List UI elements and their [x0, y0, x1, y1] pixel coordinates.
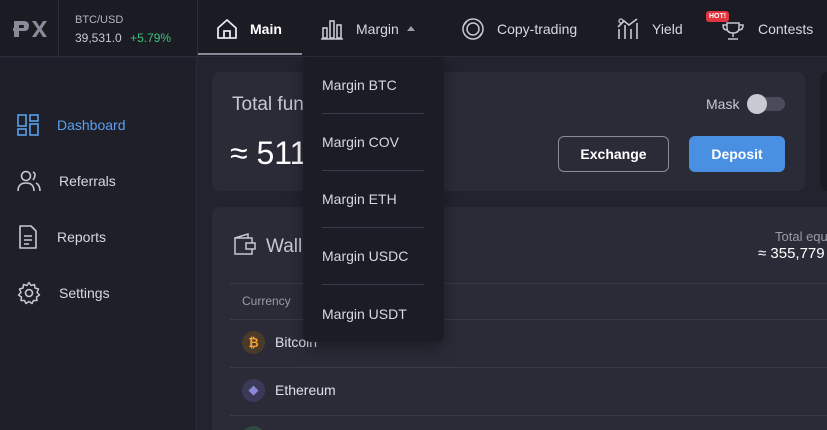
top-bar: BTC/USD 39,531.0 +5.79% Main Margin Copy…: [0, 0, 827, 57]
nav-copy-trading-label: Copy-trading: [497, 20, 578, 37]
menu-item-margin-cov[interactable]: Margin COV: [322, 114, 424, 171]
nav-copy-trading[interactable]: Copy-trading: [461, 0, 577, 57]
coin-icon: [242, 426, 265, 430]
caret-up-icon: [406, 26, 415, 31]
total-funds-card: Total fun ≈ 511 Mask Exchange Deposit: [212, 72, 805, 191]
bitcoin-icon: ₿: [242, 330, 265, 354]
ticker-change: +5.79%: [130, 31, 172, 45]
nav-contests-label: Contests: [758, 20, 814, 37]
home-icon: [217, 18, 237, 39]
menu-item-margin-usdt[interactable]: Margin USDT: [322, 285, 424, 342]
ethereum-icon: ◆: [242, 378, 265, 402]
nav-contests[interactable]: Contests: [720, 0, 813, 57]
nav-margin[interactable]: Margin: [320, 0, 415, 57]
px-logo-icon[interactable]: [0, 0, 58, 57]
gear-icon: [17, 281, 41, 305]
menu-item-margin-eth[interactable]: Margin ETH: [322, 171, 424, 228]
nav-yield[interactable]: Yield: [616, 0, 683, 57]
wallet-title: Wall: [266, 236, 303, 257]
nav-divider: [197, 0, 198, 57]
yield-icon: [617, 17, 638, 39]
side-panel-edge: [820, 72, 827, 191]
sidebar-item-label: Dashboard: [57, 117, 126, 133]
sidebar-item-label: Settings: [59, 285, 110, 301]
total-funds-value: ≈ 511: [230, 135, 308, 171]
coin-name: Ethereum: [275, 382, 336, 398]
copy-trading-icon: [462, 17, 484, 40]
wallet-icon: [234, 233, 256, 255]
nav-main[interactable]: Main: [216, 0, 282, 57]
menu-item-margin-btc[interactable]: Margin BTC: [322, 57, 424, 114]
ticker-pair: BTC/USD: [75, 14, 124, 26]
menu-item-margin-usdc[interactable]: Margin USDC: [322, 228, 424, 285]
sidebar-item-reports[interactable]: Reports: [17, 225, 106, 249]
divider: [230, 415, 827, 416]
sidebar-item-referrals[interactable]: Referrals: [17, 169, 116, 193]
bar-chart-icon: [321, 19, 343, 40]
margin-dropdown-menu: Margin BTC Margin COV Margin ETH Margin …: [303, 57, 444, 342]
divider: [230, 367, 827, 368]
mask-label: Mask: [706, 96, 740, 112]
total-funds-title: Total fun: [232, 94, 304, 115]
document-icon: [19, 225, 37, 249]
column-header-currency: Currency: [242, 294, 291, 308]
sidebar-item-label: Reports: [57, 229, 107, 245]
hot-badge: HOT!: [706, 11, 730, 22]
users-icon: [17, 170, 41, 192]
total-equity-label: Total equ: [775, 229, 827, 244]
ticker-price: 39,531.0: [75, 31, 122, 45]
total-equity-value: ≈ 355,779: [758, 245, 825, 262]
active-tab-indicator: [198, 53, 302, 55]
sidebar-item-label: Referrals: [59, 173, 116, 189]
sidebar: Dashboard Referrals Reports Settings: [0, 58, 197, 430]
table-row[interactable]: ◆ Ethereum: [242, 378, 336, 402]
nav-yield-label: Yield: [652, 20, 683, 37]
dashboard-icon: [17, 114, 39, 136]
sidebar-item-settings[interactable]: Settings: [17, 281, 110, 305]
sidebar-item-dashboard[interactable]: Dashboard: [17, 113, 126, 137]
deposit-button[interactable]: Deposit: [689, 136, 785, 172]
nav-margin-label: Margin: [356, 20, 399, 37]
mask-toggle[interactable]: [747, 94, 785, 114]
nav-main-label: Main: [250, 20, 282, 37]
btc-usd-ticker[interactable]: BTC/USD 39,531.0 +5.79%: [58, 0, 197, 57]
exchange-button[interactable]: Exchange: [558, 136, 669, 172]
toggle-knob: [747, 94, 767, 114]
